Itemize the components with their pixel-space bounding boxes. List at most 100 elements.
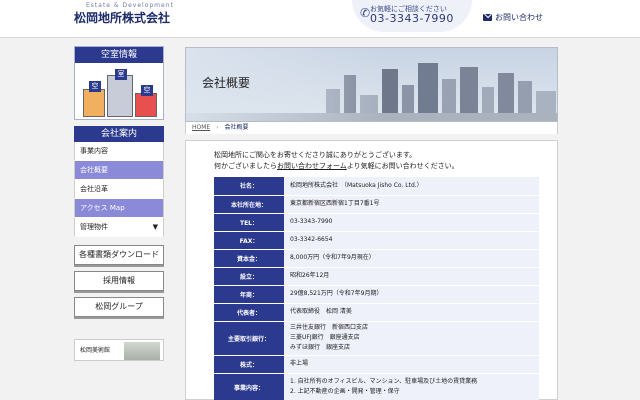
- table-row-value: 29億8,521万円（令和7年9月期）: [284, 285, 539, 304]
- menu-label: アクセス Map: [80, 204, 125, 212]
- intro-text: 松岡地所にご関心をお寄せくださり誠にありがとうございます。 何かございましたらお…: [214, 150, 459, 172]
- table-row-value: 03-3342-6654: [284, 231, 539, 250]
- breadcrumb: HOME › 会社概要: [185, 122, 558, 134]
- table-row: TEL： 03-3343-7990: [214, 213, 539, 232]
- table-row: 資本金： 8,000万円（令和7年9月現在）: [214, 249, 539, 268]
- intro-prefix: 何かございましたら: [214, 162, 277, 170]
- table-row-value: 1. 自社所有のオフィスビル、マンション、駐車場及び土地の賃貸業務 2. 上記不動…: [284, 373, 539, 400]
- table-row: 株式： 非上場: [214, 355, 539, 374]
- menu-item-properties[interactable]: 管理物件 ▼: [74, 218, 164, 237]
- table-row-label: 社名：: [214, 177, 284, 196]
- building-icon: [83, 89, 105, 117]
- table-row: 代表者： 代表取締役 松岡 清美: [214, 303, 539, 322]
- page-title: 会社概要: [202, 76, 251, 90]
- menu-label: 会社概要: [80, 166, 108, 174]
- table-row-value: 03-3343-7990: [284, 213, 539, 232]
- building-label: 室: [115, 69, 127, 80]
- value-line: 松岡地所株式会社 （Matsuoka Jisho Co. Ltd.）: [290, 181, 423, 189]
- menu-item-access[interactable]: アクセス Map: [74, 199, 164, 218]
- value-line: 非上場: [290, 360, 309, 367]
- museum-banner[interactable]: 松岡美術館: [74, 339, 164, 361]
- mail-icon: [483, 14, 492, 21]
- museum-image: [124, 342, 160, 360]
- table-row-label: 代表者：: [214, 303, 284, 322]
- company-logo[interactable]: Estate & Development 松岡地所株式会社: [74, 2, 174, 25]
- group-button[interactable]: 松岡グループ: [74, 297, 164, 317]
- table-row-label: 本社所在地：: [214, 195, 284, 214]
- value-line: 東京都新宿区西新宿1丁目7番1号: [290, 200, 380, 207]
- value-line: 2. 上記不動産の企画・開発・管理・保守: [290, 388, 400, 395]
- building-icon: [107, 75, 133, 117]
- museum-label: 松岡美術館: [80, 347, 111, 354]
- table-row: 本社所在地： 東京都新宿区西新宿1丁目7番1号: [214, 195, 539, 214]
- table-row-label: 年商：: [214, 285, 284, 304]
- phone-number: 03-3343-7990: [370, 12, 454, 25]
- intro-suffix: より気軽にお問い合わせください。: [346, 162, 459, 170]
- table-row: 年商： 29億8,521万円（令和7年9月期）: [214, 285, 539, 304]
- table-row-label: TEL：: [214, 213, 284, 232]
- value-line: 03-3343-7990: [290, 218, 333, 225]
- buildings-illustration: 空 室 空: [79, 67, 161, 117]
- table-row: 主要取引銀行： 三井住友銀行 新宿西口支店 三菱UFJ銀行 銀座通支店 みずほ銀行 銀…: [214, 321, 539, 356]
- menu-label: 会社沿革: [80, 185, 108, 193]
- table-row-value: 東京都新宿区西新宿1丁目7番1号: [284, 195, 539, 214]
- contact-label: お問い合わせ: [495, 13, 543, 22]
- logo-name: 松岡地所株式会社: [74, 11, 171, 25]
- menu-label: 事業内容: [80, 147, 108, 155]
- table-row-label: 事業内容：: [214, 373, 284, 400]
- table-row-label: FAX：: [214, 231, 284, 250]
- download-button[interactable]: 各種書類ダウンロード: [74, 245, 164, 265]
- value-line: 三井住友銀行 新宿西口支店: [290, 324, 369, 331]
- table-row: 社名： 松岡地所株式会社 （Matsuoka Jisho Co. Ltd.）: [214, 177, 539, 196]
- table-row-label: 主要取引銀行：: [214, 321, 284, 356]
- building-icon: [135, 93, 157, 117]
- recruit-button[interactable]: 採用情報: [74, 271, 164, 291]
- phone-contact: ✆ お気軽にご相談ください 03-3343-7990: [352, 0, 472, 32]
- value-line: 1. 自社所有のオフィスビル、マンション、駐車場及び土地の賃貸業務: [290, 378, 478, 385]
- chevron-down-icon: ▼: [152, 223, 158, 231]
- main-content: 松岡地所にご関心をお寄せくださり誠にありがとうございます。 何かございましたらお…: [185, 140, 558, 400]
- table-row: 事業内容： 1. 自社所有のオフィスビル、マンション、駐車場及び土地の賃貸業務 2.…: [214, 373, 539, 400]
- table-row-value: 非上場: [284, 355, 539, 374]
- logo-tagline: Estate & Development: [86, 2, 174, 9]
- table-row-value: 8,000万円（令和7年9月現在）: [284, 249, 539, 268]
- contact-link[interactable]: お問い合わせ: [483, 12, 543, 23]
- vacancy-info-banner[interactable]: 空室情報 空 室 空: [74, 46, 164, 120]
- value-line: 三菱UFJ銀行 銀座通支店: [290, 334, 360, 341]
- vacancy-title: 空室情報: [75, 47, 163, 63]
- company-info-table: 社名： 松岡地所株式会社 （Matsuoka Jisho Co. Ltd.） 本社所…: [214, 177, 539, 400]
- table-row-value: 代表取締役 松岡 清美: [284, 303, 539, 322]
- building-label: 空: [141, 85, 153, 96]
- company-menu: 事業内容 会社概要 会社沿革 アクセス Map 管理物件 ▼: [74, 142, 164, 237]
- table-row-value: 三井住友銀行 新宿西口支店 三菱UFJ銀行 銀座通支店 みずほ銀行 銀座支店: [284, 321, 539, 356]
- breadcrumb-home[interactable]: HOME: [192, 124, 210, 131]
- sidebar: 空室情報 空 室 空 会社案内 事業内容 会社概要 会社沿革 アクセス Map …: [74, 46, 164, 361]
- value-line: みずほ銀行 銀座支店: [290, 344, 351, 351]
- phone-icon: ✆: [360, 6, 371, 20]
- table-row-value: 松岡地所株式会社 （Matsuoka Jisho Co. Ltd.）: [284, 177, 539, 196]
- menu-label: 管理物件: [80, 223, 108, 231]
- table-row: FAX： 03-3342-6654: [214, 231, 539, 250]
- value-line: 03-3342-6654: [290, 236, 333, 243]
- value-line: 8,000万円（令和7年9月現在）: [290, 254, 375, 261]
- table-row-value: 昭和26年12月: [284, 267, 539, 286]
- menu-item-overview[interactable]: 会社概要: [74, 161, 164, 180]
- value-line: 29億8,521万円（令和7年9月期）: [290, 290, 383, 297]
- value-line: 昭和26年12月: [290, 272, 330, 279]
- intro-line-1: 松岡地所にご関心をお寄せくださり誠にありがとうございます。: [214, 151, 417, 159]
- intro-line-2: 何かございましたらお問い合わせフォームより気軽にお問い合わせください。: [214, 161, 459, 172]
- table-row-label: 設立：: [214, 267, 284, 286]
- company-info-title: 会社案内: [74, 126, 164, 142]
- value-line: 代表取締役 松岡 清美: [290, 308, 352, 315]
- table-row: 設立： 昭和26年12月: [214, 267, 539, 286]
- contact-form-link[interactable]: お問い合わせフォーム: [277, 162, 347, 170]
- breadcrumb-current: 会社概要: [224, 124, 249, 131]
- menu-item-history[interactable]: 会社沿革: [74, 180, 164, 199]
- table-row-label: 資本金：: [214, 249, 284, 268]
- table-row-label: 株式：: [214, 355, 284, 374]
- site-header: Estate & Development 松岡地所株式会社 ✆ お気軽にご相談く…: [0, 0, 640, 38]
- page-banner: 会社概要: [185, 47, 558, 122]
- menu-item-business[interactable]: 事業内容: [74, 142, 164, 161]
- breadcrumb-separator: ›: [216, 124, 219, 131]
- building-label: 空: [89, 81, 101, 92]
